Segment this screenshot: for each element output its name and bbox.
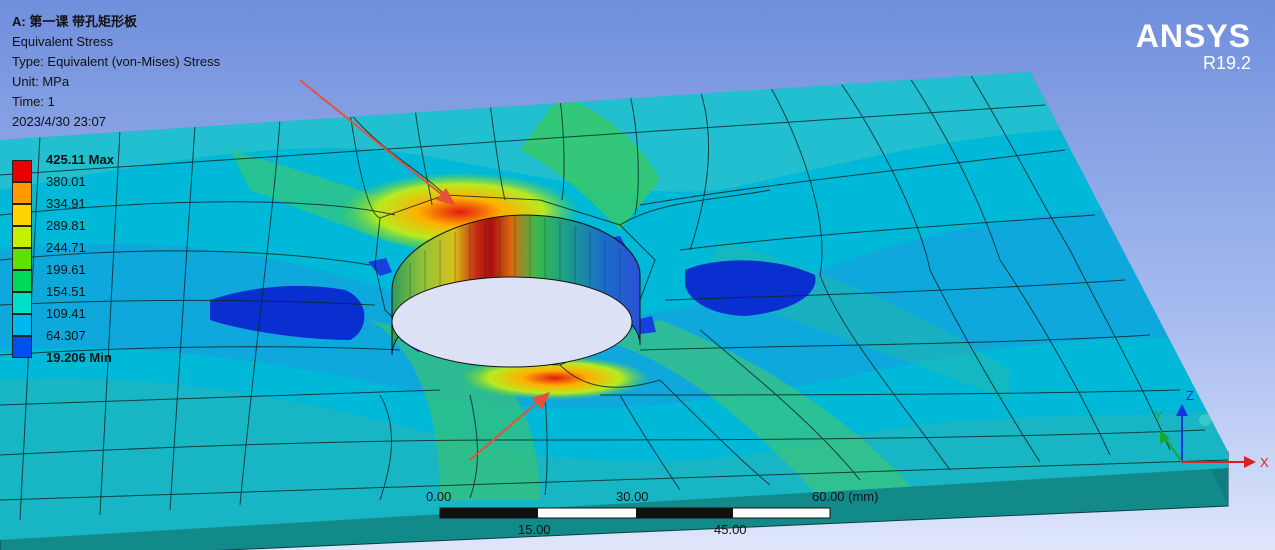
legend-label: 244.71 (46, 240, 86, 255)
result-type: Type: Equivalent (von-Mises) Stress (12, 54, 221, 69)
legend-label: 334.91 (46, 196, 86, 211)
result-info-panel: A: 第一课 带孔矩形板 Equivalent Stress Type: Equ… (12, 12, 220, 132)
axis-x-label: X (1260, 455, 1269, 470)
result-time: Time: 1 (12, 94, 55, 109)
legend-swatch (12, 336, 32, 358)
analysis-title: A: 第一课 带孔矩形板 (12, 14, 137, 29)
brand-name: ANSYS (1135, 18, 1251, 54)
legend-label: 154.51 (46, 284, 86, 299)
legend-label: 380.01 (46, 174, 86, 189)
legend-swatch (12, 182, 32, 204)
legend-swatch (12, 270, 32, 292)
result-name: Equivalent Stress (12, 34, 114, 49)
axis-z-label: Z (1186, 388, 1194, 403)
result-unit: Unit: MPa (12, 74, 70, 89)
legend-label: 109.41 (46, 306, 86, 321)
legend-max-label: 425.11 Max (46, 152, 114, 167)
legend-swatch (12, 160, 32, 182)
result-timestamp: 2023/4/30 23:07 (12, 114, 106, 129)
graphics-viewport[interactable]: X Z Y A: 第一课 带孔矩形板 Equivalent Stress Typ… (0, 0, 1275, 550)
brand-release: R19.2 (1202, 53, 1251, 73)
legend-swatch (12, 248, 32, 270)
axis-y-label: Y (1154, 408, 1163, 423)
legend-swatch (12, 314, 32, 336)
legend-label: 199.61 (46, 262, 86, 277)
legend-swatch (12, 226, 32, 248)
legend-label: 289.81 (46, 218, 86, 233)
legend-min-label: 19.206 Min (46, 350, 112, 365)
legend-label: 64.307 (46, 328, 86, 343)
legend-swatch (12, 292, 32, 314)
legend-swatch (12, 204, 32, 226)
ansys-logo: ANSYS R19.2 (1136, 20, 1251, 72)
